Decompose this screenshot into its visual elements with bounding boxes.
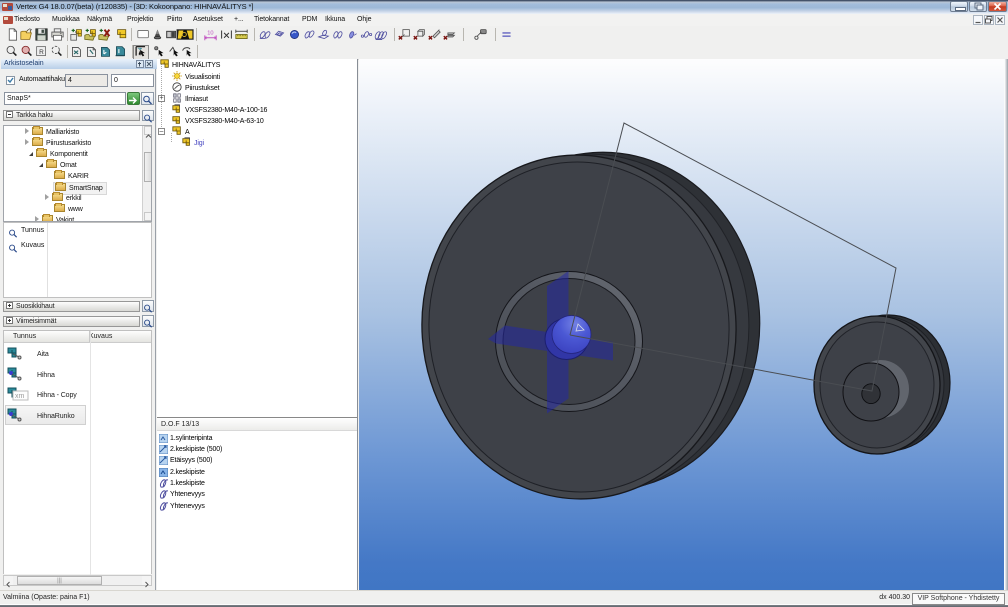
svg-text:10: 10 xyxy=(207,31,213,37)
svg-text:xm: xm xyxy=(15,393,25,400)
svg-text:R: R xyxy=(39,49,44,56)
